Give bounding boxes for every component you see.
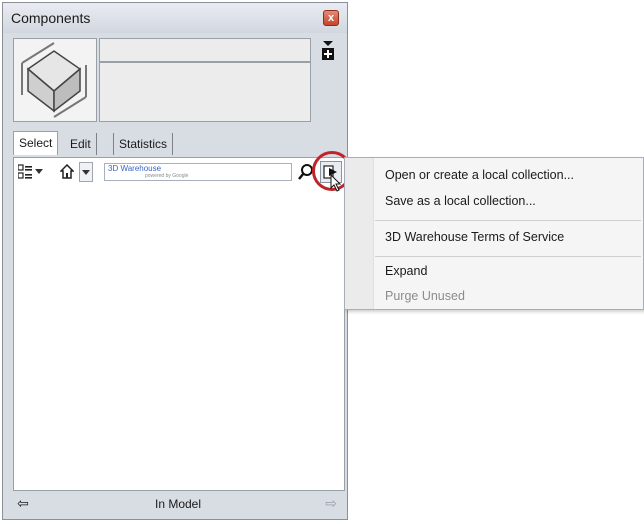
menu-separator (375, 256, 641, 257)
menu-item-open-local-collection[interactable]: Open or create a local collection... (385, 168, 574, 182)
menu-item-save-local-collection[interactable]: Save as a local collection... (385, 194, 536, 208)
menu-separator (375, 220, 641, 221)
component-description-field[interactable] (99, 62, 311, 122)
search-placeholder: 3D Warehouse (108, 164, 162, 173)
view-options-icon[interactable] (18, 164, 32, 180)
components-content-area[interactable]: 3D Warehouse powered by Google (13, 151, 352, 491)
status-text: In Model (154, 497, 202, 511)
details-menu: Open or create a local collection... Sav… (344, 157, 644, 310)
components-window: Components x Select Edit Statistics 3D W… (2, 2, 352, 520)
home-icon[interactable] (60, 164, 74, 180)
component-preview-cube (13, 38, 97, 122)
close-button[interactable]: x (323, 10, 339, 26)
view-options-chevron-down-icon[interactable] (35, 169, 43, 174)
tab-statistics[interactable]: Statistics (113, 133, 174, 155)
tab-select[interactable]: Select (13, 131, 59, 155)
tab-edit[interactable]: Edit (65, 133, 97, 155)
search-powered-by: powered by Google (145, 173, 189, 179)
search-input[interactable]: 3D Warehouse powered by Google (104, 163, 292, 181)
menu-item-expand[interactable]: Expand (385, 264, 427, 278)
create-component-icon[interactable] (321, 41, 335, 61)
forward-arrow-icon[interactable]: ⇨ (325, 495, 337, 512)
title-bar[interactable]: Components x (3, 3, 347, 33)
component-toolbar: 3D Warehouse powered by Google (14, 151, 352, 192)
window-title: Components (11, 10, 91, 26)
status-bar: ⇦ In Model ⇨ (13, 493, 343, 515)
menu-item-terms-of-service[interactable]: 3D Warehouse Terms of Service (385, 230, 564, 244)
chevron-down-icon (82, 170, 90, 175)
menu-item-purge-unused: Purge Unused (385, 289, 465, 303)
mouse-cursor-icon (330, 174, 342, 192)
menu-gutter (345, 158, 374, 309)
collection-dropdown-button[interactable] (79, 162, 93, 182)
component-name-field[interactable] (99, 38, 311, 62)
tab-bar: Select Edit Statistics (13, 131, 343, 155)
